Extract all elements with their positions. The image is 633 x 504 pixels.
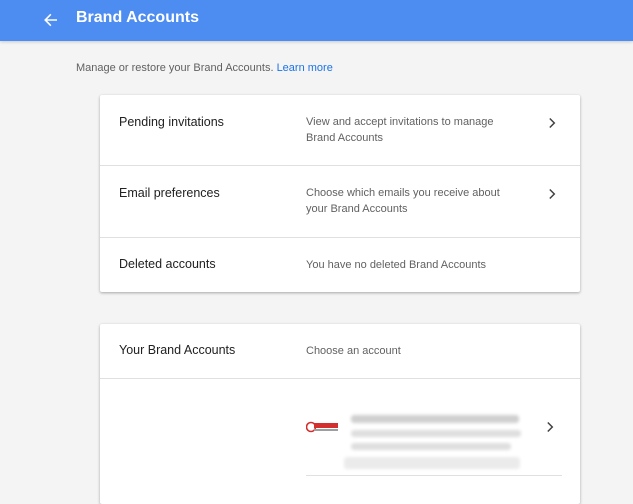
- page-title: Brand Accounts: [76, 9, 199, 26]
- row-description: You have no deleted Brand Accounts: [306, 259, 487, 271]
- chevron-right-icon: [549, 117, 556, 129]
- account-logo: [306, 421, 338, 433]
- row-description: Choose an account: [306, 345, 401, 357]
- brand-account-item[interactable]: [306, 409, 562, 476]
- intro-text: Manage or restore your Brand Accounts. L…: [76, 61, 333, 75]
- account-detail-redacted: [344, 457, 520, 469]
- row-label: Email preferences: [119, 186, 220, 200]
- row-description: View and accept invitations to manage Br…: [306, 116, 494, 144]
- account-detail-redacted: [351, 430, 521, 437]
- app-bar: Brand Accounts: [0, 0, 633, 41]
- account-detail-redacted: [351, 443, 511, 450]
- pending-invitations-row[interactable]: Pending invitations View and accept invi…: [100, 95, 580, 166]
- brand-accounts-card: Your Brand Accounts Choose an account: [100, 324, 580, 504]
- row-label: Pending invitations: [119, 115, 224, 129]
- row-label: Your Brand Accounts: [119, 343, 236, 357]
- arrow-back-icon: [44, 13, 57, 27]
- account-name-redacted: [351, 415, 519, 423]
- chevron-right-icon: [549, 188, 556, 200]
- settings-card: Pending invitations View and accept invi…: [100, 95, 580, 292]
- back-button[interactable]: [40, 9, 62, 31]
- deleted-accounts-row[interactable]: Deleted accounts You have no deleted Bra…: [100, 238, 580, 292]
- chevron-right-icon: [547, 421, 554, 433]
- intro-description: Manage or restore your Brand Accounts.: [76, 62, 274, 74]
- learn-more-link[interactable]: Learn more: [277, 62, 333, 74]
- row-description: Choose which emails you receive about yo…: [306, 187, 500, 215]
- your-brand-accounts-row: Your Brand Accounts Choose an account: [100, 324, 580, 379]
- row-label: Deleted accounts: [119, 257, 216, 271]
- email-preferences-row[interactable]: Email preferences Choose which emails yo…: [100, 166, 580, 238]
